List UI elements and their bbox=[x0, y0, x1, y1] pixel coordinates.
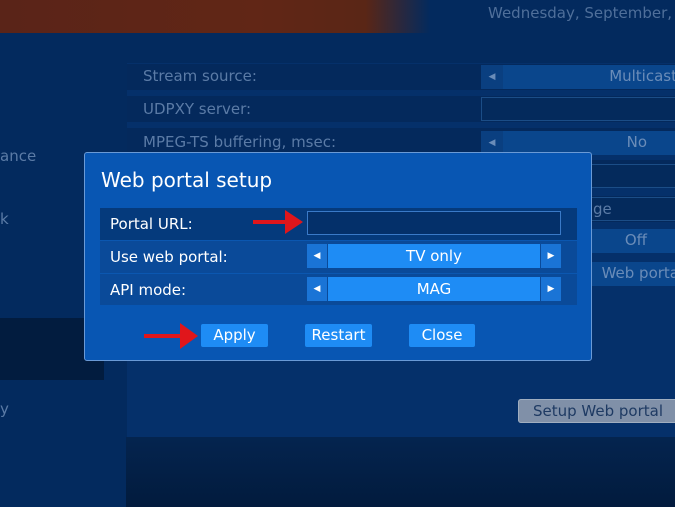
mpeg-ts-buffering-label: MPEG-TS buffering, msec: bbox=[143, 133, 337, 151]
close-button[interactable]: Close bbox=[409, 324, 475, 347]
header-bar bbox=[0, 0, 430, 33]
arrow-left-icon[interactable]: ◀ bbox=[481, 65, 503, 89]
arrow-left-icon[interactable]: ◀ bbox=[307, 277, 327, 301]
portal-url-label: Portal URL: bbox=[110, 215, 193, 233]
api-mode-row[interactable]: API mode: ◀ MAG ▶ bbox=[100, 273, 577, 306]
red-arrow-icon bbox=[144, 323, 198, 349]
use-web-portal-selector[interactable]: ◀ TV only ▶ bbox=[307, 244, 561, 268]
date-label: Wednesday, September, bbox=[488, 4, 673, 22]
use-web-portal-label: Use web portal: bbox=[110, 248, 228, 266]
arrow-left-icon[interactable]: ◀ bbox=[307, 244, 327, 268]
use-web-portal-value: TV only bbox=[328, 244, 540, 268]
mpeg-ts-buffering-value: No bbox=[626, 133, 647, 151]
portal-url-input[interactable] bbox=[307, 211, 561, 235]
udpxy-server-input[interactable] bbox=[481, 97, 675, 121]
portal-url-row[interactable]: Portal URL: bbox=[100, 208, 577, 240]
api-mode-value: MAG bbox=[328, 277, 540, 301]
settings-partial-label: ge bbox=[593, 200, 612, 218]
red-arrow-icon bbox=[253, 210, 303, 234]
use-web-portal-row[interactable]: Use web portal: ◀ TV only ▶ bbox=[100, 240, 577, 273]
stream-source-selector[interactable]: ◀ Multicast bbox=[481, 65, 675, 89]
api-mode-label: API mode: bbox=[110, 281, 187, 299]
left-menu-item[interactable]: ance bbox=[0, 147, 36, 165]
dialog-fields: Portal URL: Use web portal: ◀ TV only ▶ … bbox=[100, 208, 577, 305]
info-panel bbox=[126, 437, 675, 507]
settings-selector-value: Off bbox=[624, 231, 647, 249]
stream-source-label: Stream source: bbox=[143, 67, 257, 85]
udpxy-server-label: UDPXY server: bbox=[143, 100, 252, 118]
setup-web-portal-button[interactable]: Setup Web portal bbox=[518, 399, 675, 423]
web-portal-selector-value: Web porta bbox=[601, 264, 675, 282]
left-menu-item[interactable]: y bbox=[0, 400, 9, 418]
stream-source-value: Multicast bbox=[609, 67, 675, 85]
dialog-title: Web portal setup bbox=[101, 168, 273, 192]
arrow-right-icon[interactable]: ▶ bbox=[541, 277, 561, 301]
restart-button[interactable]: Restart bbox=[305, 324, 372, 347]
api-mode-selector[interactable]: ◀ MAG ▶ bbox=[307, 277, 561, 301]
apply-button[interactable]: Apply bbox=[201, 324, 268, 347]
arrow-right-icon[interactable]: ▶ bbox=[541, 244, 561, 268]
left-menu-item[interactable]: k bbox=[0, 210, 9, 228]
